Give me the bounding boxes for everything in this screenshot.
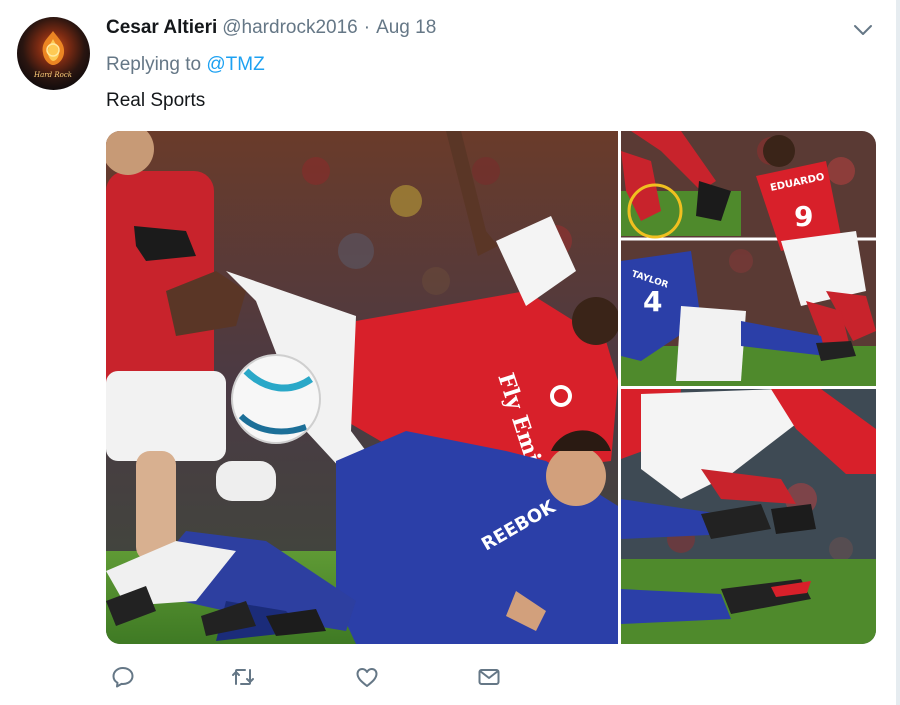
reply-icon: [110, 664, 136, 695]
retweet-button[interactable]: [228, 664, 258, 694]
shirt-number-text: 9: [794, 200, 813, 233]
separator-dot: ·: [363, 17, 371, 38]
chevron-down-icon[interactable]: [852, 22, 874, 38]
tweet: Hard Rock Cesar Altieri @hardrock2016 · …: [0, 0, 900, 705]
avatar-text: Hard Rock: [33, 71, 72, 79]
timestamp[interactable]: Aug 18: [376, 17, 436, 39]
photo-tackle-sequence-top[interactable]: EDUARDO 9 TAYLOR 4: [621, 131, 876, 386]
heart-icon: [354, 664, 380, 695]
media-grid: Fly Emirates REEBOK EDUARDO 9 TAYLOR 4: [106, 131, 876, 644]
reply-button[interactable]: [108, 664, 138, 694]
tweet-header: Cesar Altieri @hardrock2016 · Aug 18: [106, 17, 436, 41]
username[interactable]: @hardrock2016: [222, 17, 357, 39]
direct-message-button[interactable]: [474, 664, 504, 694]
tweet-actions: [108, 664, 528, 694]
envelope-icon: [476, 664, 502, 695]
avatar[interactable]: Hard Rock: [17, 17, 90, 90]
opponent-number-text: 4: [643, 285, 662, 318]
reply-prefix: Replying to: [106, 54, 202, 75]
retweet-icon: [230, 664, 256, 695]
photo-tackle-sequence-bottom[interactable]: [621, 389, 876, 644]
like-button[interactable]: [352, 664, 382, 694]
tweet-text: Real Sports: [106, 90, 206, 111]
display-name[interactable]: Cesar Altieri: [106, 17, 217, 39]
reply-mention-link[interactable]: @TMZ: [206, 54, 264, 75]
photo-tackle-main[interactable]: Fly Emirates REEBOK: [106, 131, 618, 644]
reply-context: Replying to @TMZ: [106, 54, 265, 76]
scroll-edge: [896, 0, 900, 705]
